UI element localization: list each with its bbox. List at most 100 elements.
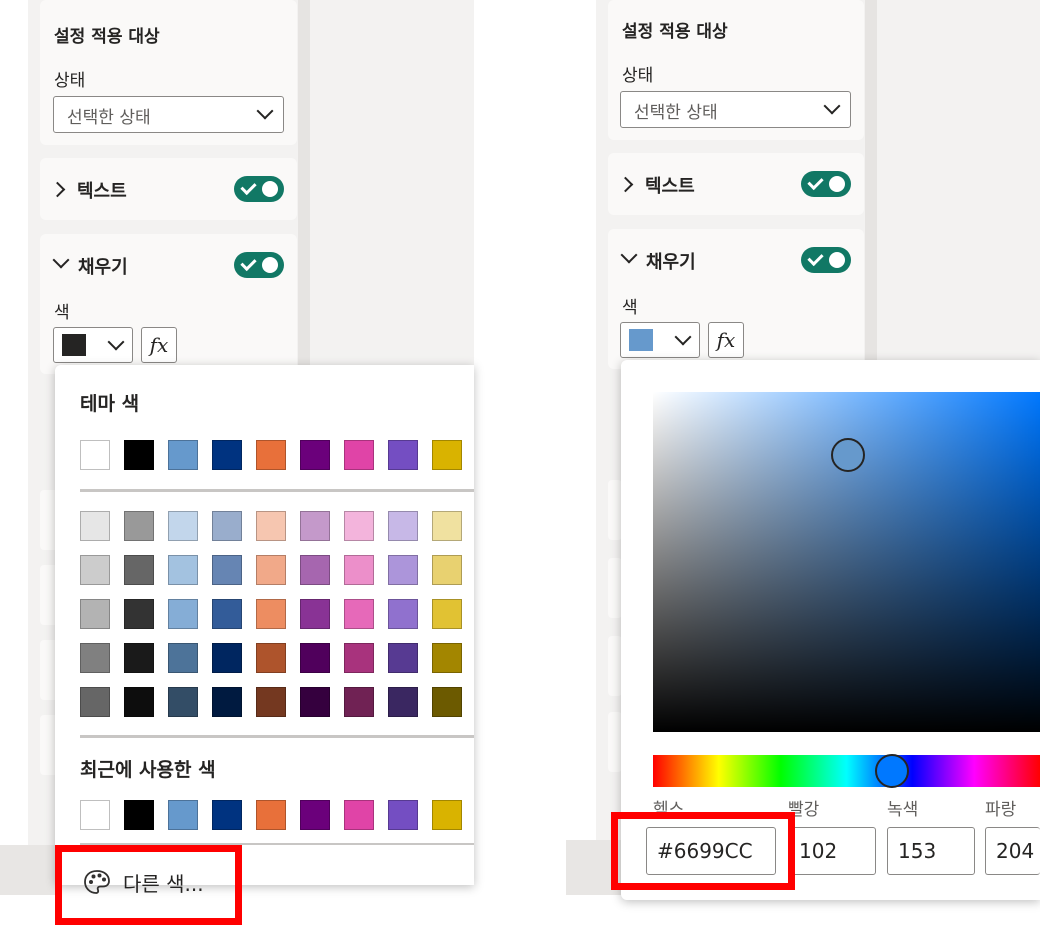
shade-color-swatch[interactable] bbox=[80, 555, 110, 585]
shade-color-swatch[interactable] bbox=[212, 511, 242, 541]
shade-color-swatch[interactable] bbox=[80, 511, 110, 541]
saturation-value-area[interactable] bbox=[653, 392, 1040, 732]
color-label: 색 bbox=[54, 303, 70, 323]
shade-color-swatch[interactable] bbox=[388, 643, 418, 673]
shade-color-swatch[interactable] bbox=[344, 599, 374, 629]
shade-color-swatch[interactable] bbox=[300, 599, 330, 629]
theme-color-swatch[interactable] bbox=[256, 440, 286, 470]
shade-color-swatch[interactable] bbox=[124, 555, 154, 585]
green-input[interactable]: 153 bbox=[887, 827, 975, 875]
shade-color-swatch[interactable] bbox=[124, 643, 154, 673]
color-picker-button[interactable] bbox=[620, 322, 700, 358]
shade-color-swatch[interactable] bbox=[432, 687, 462, 717]
recent-color-swatch[interactable] bbox=[124, 800, 154, 830]
shade-color-swatch[interactable] bbox=[256, 599, 286, 629]
shade-color-swatch[interactable] bbox=[212, 687, 242, 717]
text-toggle[interactable] bbox=[801, 171, 851, 197]
divider bbox=[80, 735, 474, 738]
hue-slider[interactable] bbox=[653, 754, 1040, 788]
state-dropdown-value: 선택한 상태 bbox=[67, 108, 151, 128]
shade-color-swatch[interactable] bbox=[256, 687, 286, 717]
shade-color-swatch[interactable] bbox=[344, 687, 374, 717]
recent-color-swatch[interactable] bbox=[212, 800, 242, 830]
blue-input[interactable]: 204 bbox=[985, 827, 1040, 875]
shade-color-swatch[interactable] bbox=[168, 511, 198, 541]
shade-color-swatch[interactable] bbox=[300, 643, 330, 673]
text-section-title: 텍스트 bbox=[77, 181, 127, 202]
theme-color-swatch[interactable] bbox=[212, 440, 242, 470]
shade-color-swatch[interactable] bbox=[344, 555, 374, 585]
recent-color-swatch[interactable] bbox=[168, 800, 198, 830]
shade-color-swatch[interactable] bbox=[124, 511, 154, 541]
fill-section-title: 채우기 bbox=[78, 257, 128, 278]
shade-color-swatch[interactable] bbox=[344, 511, 374, 541]
theme-color-swatch[interactable] bbox=[344, 440, 374, 470]
state-dropdown[interactable]: 선택한 상태 bbox=[620, 91, 851, 128]
recent-color-swatch[interactable] bbox=[432, 800, 462, 830]
shade-color-swatch[interactable] bbox=[124, 687, 154, 717]
shade-color-swatch[interactable] bbox=[432, 511, 462, 541]
shade-color-swatch[interactable] bbox=[124, 599, 154, 629]
shade-color-swatch[interactable] bbox=[256, 555, 286, 585]
shade-color-swatch[interactable] bbox=[168, 555, 198, 585]
shade-color-swatch[interactable] bbox=[212, 555, 242, 585]
recent-color-swatch[interactable] bbox=[80, 800, 110, 830]
text-toggle[interactable] bbox=[234, 176, 284, 202]
shade-color-swatch[interactable] bbox=[256, 511, 286, 541]
theme-color-swatch[interactable] bbox=[80, 440, 110, 470]
fill-toggle[interactable] bbox=[801, 247, 851, 273]
shade-color-swatch[interactable] bbox=[168, 687, 198, 717]
current-color-swatch bbox=[629, 329, 653, 351]
chevron-down-icon bbox=[107, 333, 125, 351]
fill-toggle[interactable] bbox=[234, 252, 284, 278]
shade-color-swatch[interactable] bbox=[344, 643, 374, 673]
recent-color-swatch[interactable] bbox=[344, 800, 374, 830]
apply-settings-card: 설정 적용 대상 상태 선택한 상태 bbox=[40, 0, 297, 145]
right-divider bbox=[865, 0, 877, 360]
apply-section-title: 설정 적용 대상 bbox=[622, 22, 728, 42]
shade-color-swatch[interactable] bbox=[80, 643, 110, 673]
shade-color-swatch[interactable] bbox=[80, 687, 110, 717]
shade-color-swatch[interactable] bbox=[212, 599, 242, 629]
theme-color-swatch[interactable] bbox=[432, 440, 462, 470]
theme-color-swatch[interactable] bbox=[168, 440, 198, 470]
red-input[interactable]: 102 bbox=[788, 827, 876, 875]
shade-color-swatch[interactable] bbox=[388, 511, 418, 541]
text-section-card[interactable]: 텍스트 bbox=[608, 153, 864, 215]
shade-color-swatch[interactable] bbox=[300, 687, 330, 717]
chevron-down-icon[interactable] bbox=[620, 246, 638, 264]
theme-color-swatch[interactable] bbox=[300, 440, 330, 470]
shade-color-swatch[interactable] bbox=[212, 643, 242, 673]
shade-color-swatch[interactable] bbox=[432, 599, 462, 629]
theme-colors-title: 테마 색 bbox=[80, 393, 140, 415]
recent-color-swatch[interactable] bbox=[256, 800, 286, 830]
apply-settings-card: 설정 적용 대상 상태 선택한 상태 bbox=[608, 0, 864, 140]
shade-color-swatch[interactable] bbox=[432, 643, 462, 673]
shade-color-swatch[interactable] bbox=[388, 599, 418, 629]
hue-slider-thumb[interactable] bbox=[875, 754, 909, 788]
divider bbox=[80, 489, 474, 492]
text-section-card[interactable]: 텍스트 bbox=[40, 158, 297, 220]
shade-color-swatch[interactable] bbox=[168, 643, 198, 673]
recent-color-swatch[interactable] bbox=[300, 800, 330, 830]
blue-label: 파랑 bbox=[985, 800, 1017, 820]
shade-color-swatch[interactable] bbox=[432, 555, 462, 585]
color-picker-button[interactable] bbox=[53, 327, 133, 363]
shade-color-swatch[interactable] bbox=[80, 599, 110, 629]
shade-color-swatch[interactable] bbox=[300, 555, 330, 585]
shade-color-swatch[interactable] bbox=[168, 599, 198, 629]
color-selector-handle[interactable] bbox=[831, 438, 865, 472]
state-dropdown[interactable]: 선택한 상태 bbox=[53, 96, 284, 133]
chevron-down-icon[interactable] bbox=[52, 251, 70, 269]
shade-color-swatch[interactable] bbox=[388, 555, 418, 585]
fx-button[interactable]: fx bbox=[141, 327, 177, 363]
color-palette-popup: 테마 색 최근에 사용한 색 다른 색... bbox=[55, 365, 474, 896]
shade-color-swatch[interactable] bbox=[300, 511, 330, 541]
recent-color-swatch[interactable] bbox=[388, 800, 418, 830]
fx-button[interactable]: fx bbox=[708, 322, 744, 358]
theme-color-swatch[interactable] bbox=[124, 440, 154, 470]
shade-color-swatch[interactable] bbox=[256, 643, 286, 673]
highlight-box bbox=[55, 845, 242, 925]
shade-color-swatch[interactable] bbox=[388, 687, 418, 717]
theme-color-swatch[interactable] bbox=[388, 440, 418, 470]
